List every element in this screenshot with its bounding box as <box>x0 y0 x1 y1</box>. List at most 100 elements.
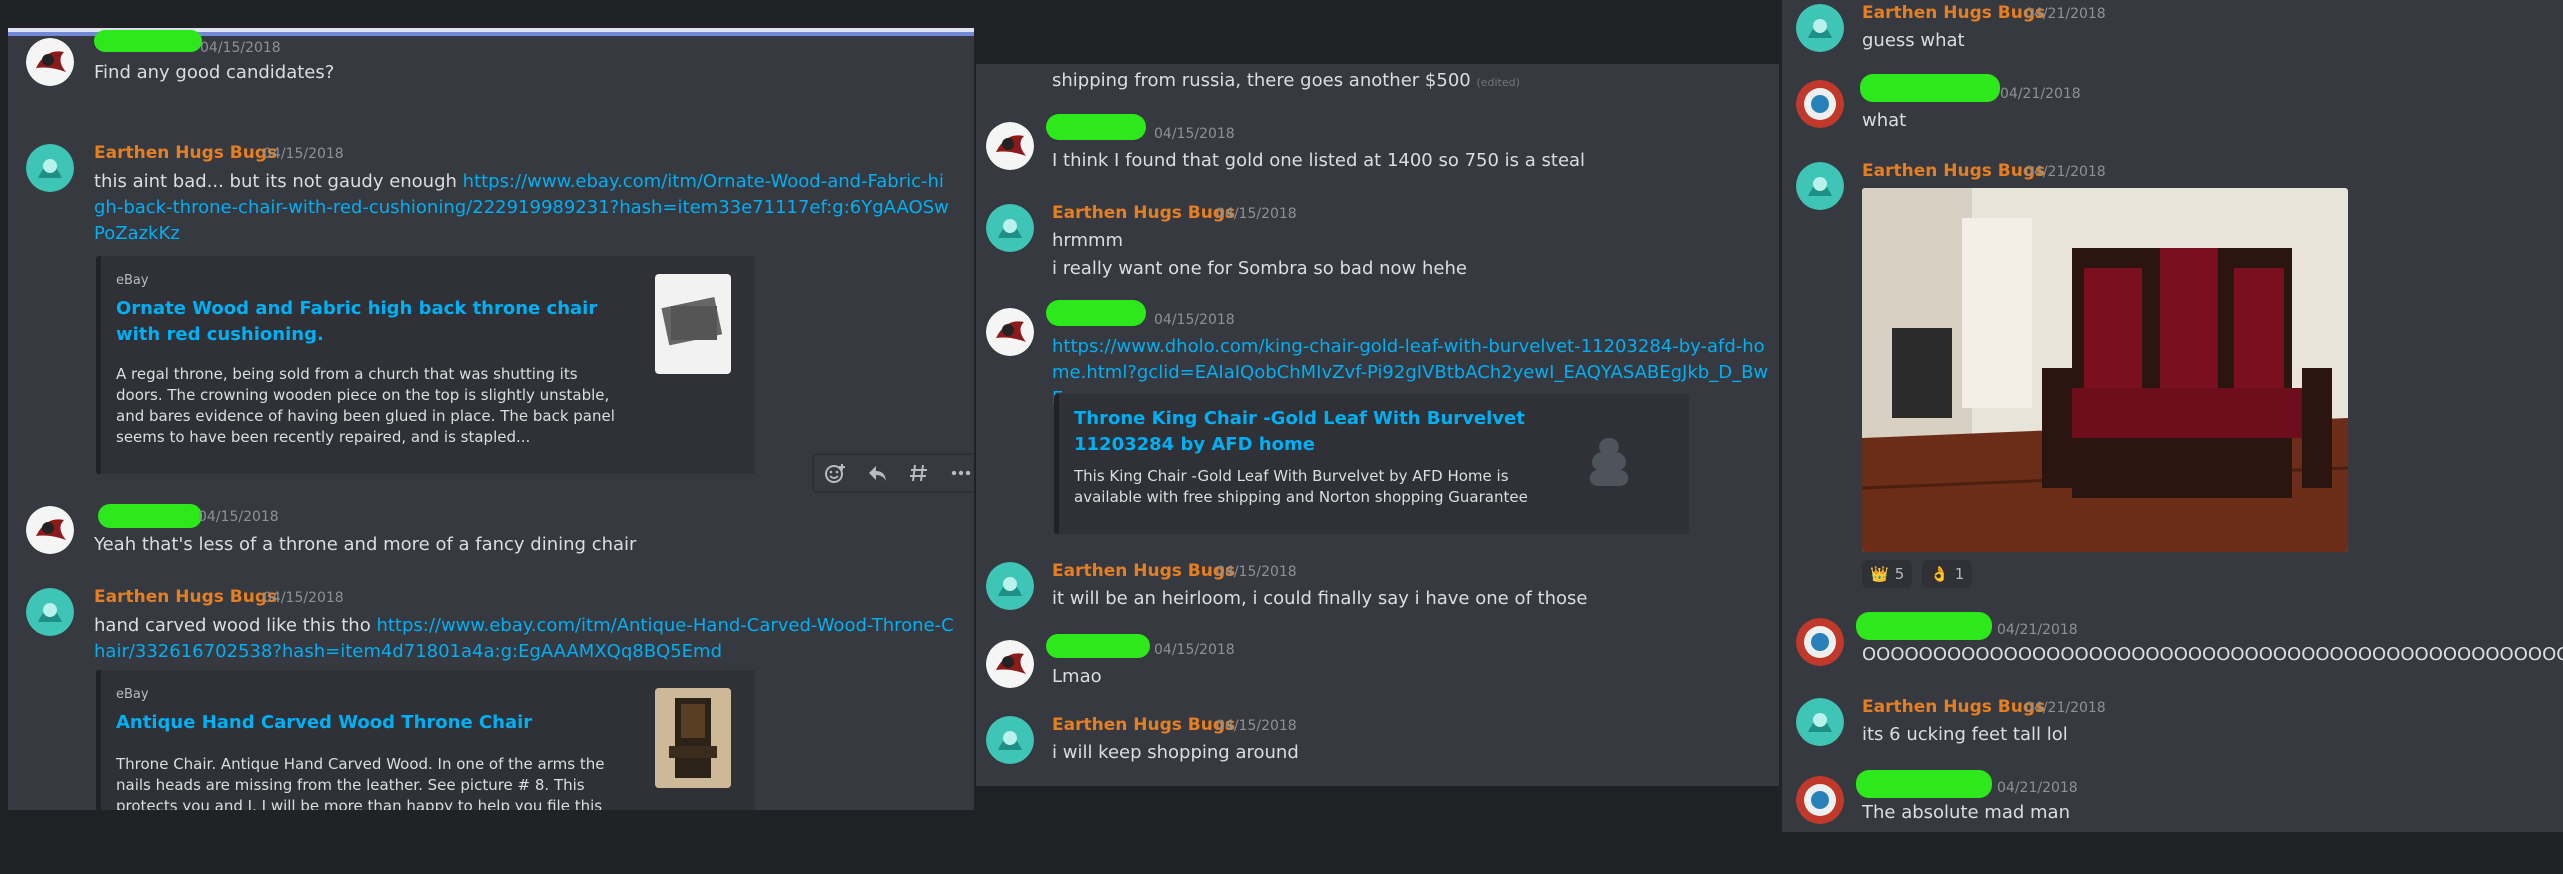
avatar[interactable] <box>1796 698 1844 746</box>
avatar[interactable] <box>986 562 1034 610</box>
reaction-crown[interactable]: 👑 5 <box>1862 560 1913 588</box>
message-text: it will be an heirloom, i could finally … <box>1052 588 1588 609</box>
message: 04/15/2018 Find any good candidates? <box>8 28 974 88</box>
author-name[interactable]: Earthen Hugs Bugs <box>1862 161 2045 181</box>
message-text: OOOOOOOOOOOOOOOOOOOOOOOOOOOOOOOOOOOOOOOO… <box>1862 644 2563 665</box>
create-thread-icon[interactable] <box>898 455 940 491</box>
message-text: shipping from russia, there goes another… <box>1052 68 1520 96</box>
author-name[interactable]: Earthen Hugs Bugs <box>94 587 277 607</box>
author-name[interactable]: Earthen Hugs Bugs <box>1862 697 2045 717</box>
redacted-username <box>98 504 202 528</box>
avatar-image <box>26 506 74 554</box>
author-name[interactable]: Earthen Hugs Bugs <box>1052 203 1235 223</box>
avatar-image <box>26 588 74 636</box>
embed-description: Throne Chair. Antique Hand Carved Wood. … <box>116 755 605 810</box>
message-body: this aint bad... but its not gaudy enoug… <box>94 171 463 192</box>
link-embed: Throne King Chair -Gold Leaf With Burvel… <box>1054 394 1689 534</box>
message: Earthen Hugs Bugs 04/15/2018 hand carved… <box>8 568 974 810</box>
redacted-username <box>1046 114 1146 140</box>
avatar[interactable] <box>26 588 74 636</box>
timestamp: 04/15/2018 <box>1154 312 1235 328</box>
avatar-image <box>1796 698 1844 746</box>
more-icon[interactable] <box>940 455 974 491</box>
message-text: I think I found that gold one listed at … <box>1052 150 1586 171</box>
timestamp: 04/15/2018 <box>1154 126 1235 142</box>
link-embed: eBay Antique Hand Carved Wood Throne Cha… <box>96 670 755 810</box>
message: Earthen Hugs Bugs 04/15/2018 this aint b… <box>8 108 974 488</box>
avatar-image <box>986 204 1034 252</box>
author-name[interactable]: Earthen Hugs Bugs <box>1052 561 1235 581</box>
timestamp: 04/15/2018 <box>263 590 344 606</box>
avatar-image <box>986 716 1034 764</box>
message-text: Lmao <box>1052 666 1102 687</box>
message-toolbar <box>813 454 974 492</box>
redacted-username <box>1046 634 1150 658</box>
avatar[interactable] <box>986 204 1034 252</box>
avatar[interactable] <box>986 640 1034 688</box>
redacted-username <box>1856 612 1992 640</box>
message: Earthen Hugs Bugs 04/21/2018 guess what <box>1782 0 2563 70</box>
avatar[interactable] <box>986 716 1034 764</box>
embed-title[interactable]: Throne King Chair -Gold Leaf With Burvel… <box>1074 406 1544 458</box>
reaction-count: 1 <box>1954 565 1965 583</box>
timestamp: 04/15/2018 <box>1216 564 1297 580</box>
avatar[interactable] <box>1796 618 1844 666</box>
embed-title[interactable]: Antique Hand Carved Wood Throne Chair <box>116 710 626 736</box>
message: Earthen Hugs Bugs 04/15/2018 i will keep… <box>976 714 1779 784</box>
embed-description: A regal throne, being sold from a church… <box>116 365 615 446</box>
avatar[interactable] <box>986 308 1034 356</box>
redacted-username <box>94 30 202 52</box>
redacted-username <box>1046 300 1146 326</box>
message: 04/15/2018 Yeah that's less of a throne … <box>8 488 974 578</box>
embed-thumbnail[interactable] <box>655 688 731 788</box>
avatar-image <box>1796 80 1844 128</box>
avatar-image <box>26 38 74 86</box>
attachment-image[interactable] <box>1862 188 2348 552</box>
avatar[interactable] <box>1796 162 1844 210</box>
reaction-ok-hand[interactable]: 👌 1 <box>1922 560 1973 588</box>
author-name[interactable]: Earthen Hugs Bugs <box>1052 715 1235 735</box>
avatar[interactable] <box>26 38 74 86</box>
message-text: i will keep shopping around <box>1052 742 1299 763</box>
message-body: shipping from russia, there goes another… <box>1052 70 1477 91</box>
avatar[interactable] <box>26 506 74 554</box>
message-text: guess what <box>1862 30 1965 51</box>
message: 04/21/2018 OOOOOOOOOOOOOOOOOOOOOOOOOOOOO… <box>1782 608 2563 688</box>
message: Earthen Hugs Bugs 04/21/2018 its 6 uckin… <box>1782 696 2563 766</box>
avatar-image <box>986 640 1034 688</box>
avatar-image <box>1796 618 1844 666</box>
embed-thumbnail[interactable] <box>1569 420 1649 500</box>
timestamp: 04/15/2018 <box>1216 718 1297 734</box>
chat-panel-middle: shipping from russia, there goes another… <box>976 64 1779 786</box>
message-text: i really want one for Sombra so bad now … <box>1052 258 1467 279</box>
embed-description: This King Chair -Gold Leaf With Burvelve… <box>1074 467 1528 506</box>
message-text: this aint bad... but its not gaudy enoug… <box>94 169 954 247</box>
embed-title[interactable]: Ornate Wood and Fabric high back throne … <box>116 296 626 348</box>
message-text: hrmmm <box>1052 230 1124 251</box>
avatar[interactable] <box>986 122 1034 170</box>
author-name[interactable]: Earthen Hugs Bugs <box>94 143 277 163</box>
chat-panel-right: Earthen Hugs Bugs 04/21/2018 guess what … <box>1782 0 2563 832</box>
avatar[interactable] <box>26 144 74 192</box>
timestamp: 04/15/2018 <box>263 146 344 162</box>
author-name[interactable]: Earthen Hugs Bugs <box>1862 3 2045 23</box>
message-text: Yeah that's less of a throne and more of… <box>94 534 637 555</box>
avatar[interactable] <box>1796 80 1844 128</box>
message-text: The absolute mad man <box>1862 802 2070 823</box>
avatar[interactable] <box>1796 4 1844 52</box>
avatar-image <box>1796 776 1844 824</box>
reply-icon[interactable] <box>856 455 898 491</box>
avatar-image <box>986 122 1034 170</box>
image-icon <box>661 297 723 346</box>
avatar[interactable] <box>1796 776 1844 824</box>
avatar-image <box>1796 162 1844 210</box>
message-text: what <box>1862 110 1907 131</box>
timestamp: 04/21/2018 <box>1997 622 2078 638</box>
message: 04/15/2018 I think I found that gold one… <box>976 114 1779 184</box>
message: 04/15/2018 https://www.dholo.com/king-ch… <box>976 300 1779 600</box>
embed-thumbnail[interactable] <box>655 274 731 374</box>
avatar-image <box>986 562 1034 610</box>
add-reaction-icon[interactable] <box>814 455 856 491</box>
timestamp: 04/21/2018 <box>2025 700 2106 716</box>
chair-photo <box>655 688 731 788</box>
